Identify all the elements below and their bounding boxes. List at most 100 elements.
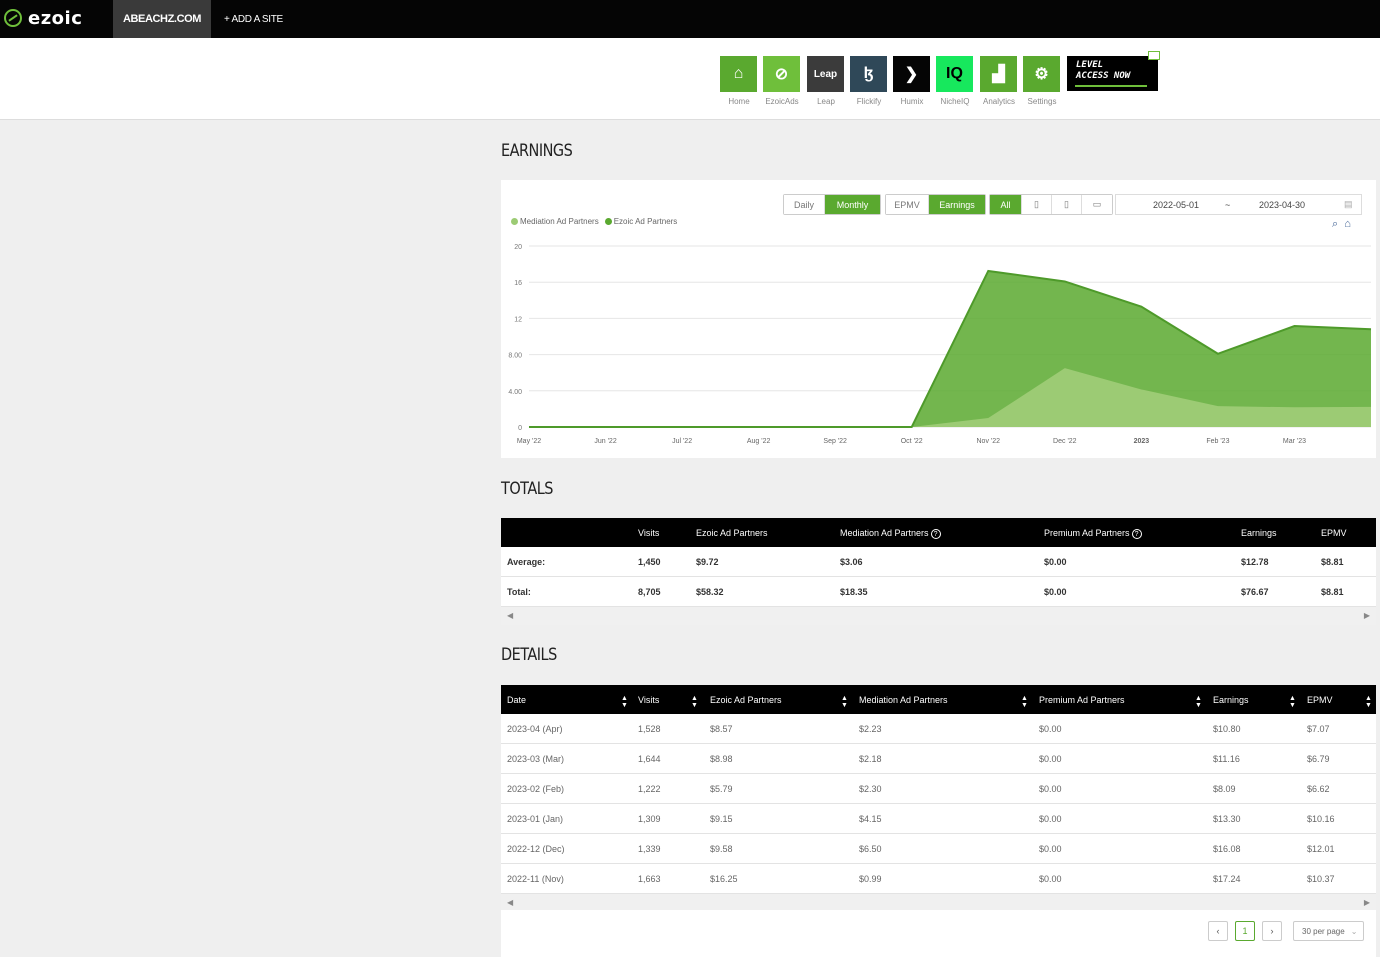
x-tick-label: Jun '22: [594, 438, 616, 445]
x-tick-label: Dec '22: [1053, 438, 1077, 445]
y-tick-label: 0: [518, 425, 522, 432]
totals-row-label: Total:: [507, 587, 531, 597]
sort-icon[interactable]: ▲ ▼: [621, 695, 628, 709]
leap-icon: Leap: [807, 56, 844, 92]
home-icon: ⌂: [720, 56, 757, 92]
details-col-premium-ad-partners[interactable]: Premium Ad Partners: [1039, 695, 1125, 705]
sort-icon[interactable]: ▲ ▼: [1289, 695, 1296, 709]
totals-col-mediation-label: Mediation Ad Partners: [840, 528, 929, 538]
sort-icon[interactable]: ▲ ▼: [1195, 695, 1202, 709]
details-col-earnings[interactable]: Earnings: [1213, 695, 1249, 705]
totals-cell: $0.00: [1044, 557, 1067, 567]
totals-cell: $8.81: [1321, 557, 1344, 567]
y-tick-label: 16: [514, 280, 522, 287]
ezoic-logo[interactable]: ezoic: [4, 7, 83, 29]
totals-cell: $58.32: [696, 587, 724, 597]
per-page-value: 30 per page: [1302, 926, 1345, 936]
table-cell: $9.58: [710, 844, 733, 854]
totals-table: Visits Ezoic Ad Partners Mediation Ad Pa…: [501, 518, 1376, 625]
totals-row: Total: 8,705 $58.32 $18.35 $0.00 $76.67 $8.81: [501, 577, 1376, 607]
totals-col-epmv: EPMV: [1321, 528, 1347, 538]
sort-icon[interactable]: ▲ ▼: [1365, 695, 1372, 709]
help-icon[interactable]: ?: [1131, 529, 1142, 539]
per-page-select[interactable]: 30 per page ⌄: [1293, 921, 1364, 941]
table-row: 2023-04 (Apr) 1,528 $8.57 $2.23 $0.00 $10.80 $…: [501, 714, 1376, 744]
app-ezoicads[interactable]: ⊘ EzoicAds: [763, 56, 801, 106]
totals-cell: $18.35: [840, 587, 868, 597]
totals-row-label: Average:: [507, 557, 546, 567]
ezoic-logo-icon: [4, 9, 22, 27]
details-header-row: Date ▲ ▼ Visits ▲ ▼ Ezoic Ad Partners ▲ ▼ Mediati…: [501, 685, 1376, 714]
details-col-visits[interactable]: Visits: [638, 695, 659, 705]
table-cell: $12.01: [1307, 844, 1335, 854]
totals-cell: $8.81: [1321, 587, 1344, 597]
details-col-date[interactable]: Date: [507, 695, 526, 705]
totals-cell: 8,705: [638, 587, 661, 597]
table-cell: $7.07: [1307, 724, 1330, 734]
details-col-ezoic-ad-partners[interactable]: Ezoic Ad Partners: [710, 695, 782, 705]
table-cell: 1,309: [638, 814, 661, 824]
table-cell: $8.57: [710, 724, 733, 734]
table-cell: $16.25: [710, 874, 738, 884]
site-tab[interactable]: ABEACHZ.COM: [113, 0, 211, 38]
table-cell: 2023-03 (Mar): [507, 754, 565, 764]
page-1-button[interactable]: 1: [1235, 921, 1255, 941]
table-row: 2022-11 (Nov) 1,663 $16.25 $0.99 $0.00 $17.24…: [501, 864, 1376, 894]
x-tick-label: Nov '22: [977, 438, 1001, 445]
table-cell: 2022-11 (Nov): [507, 874, 564, 884]
table-cell: $17.24: [1213, 874, 1241, 884]
app-nicheiq[interactable]: IQ NicheIQ: [936, 56, 974, 106]
y-tick-label: 4.00: [508, 389, 522, 396]
details-col-mediation-ad-partners[interactable]: Mediation Ad Partners: [859, 695, 948, 705]
table-cell: $2.30: [859, 784, 882, 794]
level-badge-bar: [1075, 85, 1147, 87]
app-settings[interactable]: ⚙ Settings: [1023, 56, 1061, 106]
totals-col-premium: Premium Ad Partners?: [1044, 528, 1142, 539]
sort-icon[interactable]: ▲ ▼: [1021, 695, 1028, 709]
table-cell: 1,222: [638, 784, 661, 794]
scroll-left-icon[interactable]: ◀: [507, 611, 513, 620]
scroll-right-icon[interactable]: ▶: [1364, 611, 1370, 620]
table-cell: $0.00: [1039, 874, 1062, 884]
table-cell: 1,663: [638, 874, 661, 884]
table-cell: $2.23: [859, 724, 882, 734]
table-cell: $0.00: [1039, 814, 1062, 824]
totals-cell: $76.67: [1241, 587, 1269, 597]
scroll-right-icon[interactable]: ▶: [1364, 898, 1370, 907]
nicheiq-icon: IQ: [936, 56, 973, 92]
totals-col-ezoic: Ezoic Ad Partners: [696, 528, 768, 538]
x-tick-label: Sep '22: [823, 438, 847, 445]
x-tick-label: Jul '22: [672, 438, 692, 445]
table-cell: $0.00: [1039, 754, 1062, 764]
help-icon[interactable]: ?: [930, 529, 941, 539]
x-tick-label: Feb '23: [1206, 438, 1229, 445]
sort-icon[interactable]: ▲ ▼: [841, 695, 848, 709]
sort-icon[interactable]: ▲ ▼: [691, 695, 698, 709]
logo-text: ezoic: [28, 7, 83, 29]
table-cell: 1,644: [638, 754, 661, 764]
table-cell: $9.15: [710, 814, 733, 824]
y-tick-label: 12: [514, 316, 522, 323]
settings-icon: ⚙: [1023, 56, 1060, 92]
earnings-chart-panel: Daily Monthly EPMV Earnings All ▯ ▯ ▭ 20…: [501, 180, 1376, 458]
level-access-badge[interactable]: LEVEL ACCESS NOW: [1067, 51, 1160, 91]
totals-col-premium-label: Premium Ad Partners: [1044, 528, 1130, 538]
table-cell: $0.00: [1039, 724, 1062, 734]
table-cell: $10.37: [1307, 874, 1335, 884]
table-row: 2023-03 (Mar) 1,644 $8.98 $2.18 $0.00 $11.16 $…: [501, 744, 1376, 774]
earnings-title: EARNINGS: [501, 141, 573, 161]
table-cell: $0.00: [1039, 784, 1062, 794]
x-tick-label: May '22: [517, 438, 541, 445]
prev-page-button[interactable]: ‹: [1208, 921, 1228, 941]
next-page-button[interactable]: ›: [1262, 921, 1282, 941]
ezoicads-icon: ⊘: [763, 56, 800, 92]
totals-horizontal-scrollbar[interactable]: ◀ ▶: [501, 607, 1376, 625]
add-site-link[interactable]: + ADD A SITE: [224, 0, 283, 38]
details-title: DETAILS: [501, 645, 557, 665]
scroll-left-icon[interactable]: ◀: [507, 898, 513, 907]
details-col-epmv[interactable]: EPMV: [1307, 695, 1333, 705]
y-tick-label: 20: [514, 244, 522, 251]
table-cell: $4.15: [859, 814, 882, 824]
flickify-icon: ɮ: [850, 56, 887, 92]
y-tick-label: 8.00: [508, 353, 522, 360]
